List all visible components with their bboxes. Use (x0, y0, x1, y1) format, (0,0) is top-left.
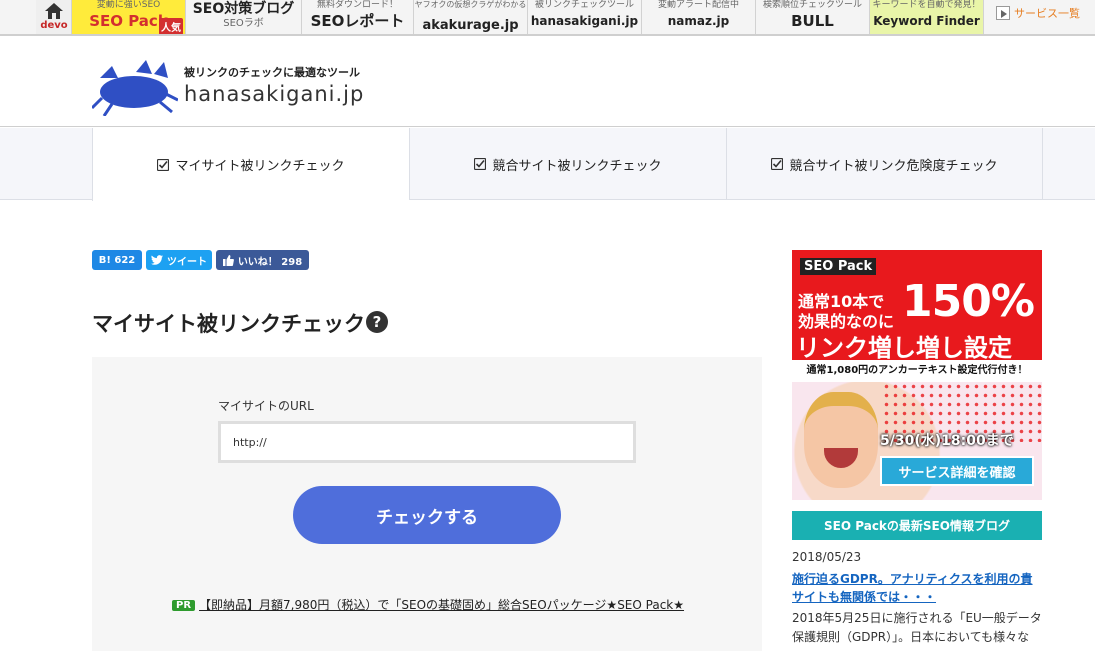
seo-pack-banner-ad[interactable]: SEO Pack 通常10本で 効果的なのに 150% リンク増し増し設定 通常… (792, 250, 1042, 500)
tab-label: マイサイト被リンクチェック (175, 159, 345, 174)
site-tagline: 被リンクのチェックに最適なツール (184, 66, 360, 79)
devo-home-link[interactable]: devo (36, 0, 72, 34)
topbar-item-sub: 無料ダウンロード！ (316, 0, 398, 10)
tab-competitor-risk-check[interactable]: 競合サイト被リンク危険度チェック (726, 128, 1043, 200)
topbar-item-seo-report[interactable]: 無料ダウンロード！ SEOレポート (302, 0, 414, 34)
service-list-link[interactable]: サービス一覧 (996, 5, 1080, 25)
topbar-item-sub: ヤフオクの仮想クラゲがわかる (414, 0, 527, 9)
tab-my-site-backlinks[interactable]: マイサイト被リンクチェック (92, 128, 409, 201)
tab-label: 競合サイト被リンク危険度チェック (789, 158, 998, 174)
topbar-item-main: SEOレポート (310, 12, 405, 30)
topbar-item-bull[interactable]: 検索順位チェックツール BULL (756, 0, 870, 34)
tab-label: 競合サイト被リンクチェック (492, 158, 662, 174)
checkbox-icon (771, 158, 784, 170)
topbar-item-sub: SEOラボ (223, 18, 264, 29)
service-list-label: サービス一覧 (1014, 7, 1080, 20)
topbar-item-sub: 変動アラート配信中 (657, 0, 739, 10)
girl-face-image (804, 392, 878, 488)
tab-competitor-backlinks[interactable]: 競合サイト被リンクチェック (409, 128, 726, 200)
topbar-item-namaz[interactable]: 変動アラート配信中 namaz.jp (642, 0, 756, 34)
post-date: 2018/05/23 (792, 550, 862, 564)
url-check-form: マイサイトのURL チェックする PR【即納品】月額7,980円（税込）で「SE… (92, 357, 762, 651)
ad-strip-text: 通常1,080円のアンカーテキスト設定代行付き！ (806, 365, 1028, 376)
pr-promo: PR 【即納品】月額7,980円（税込）で「SEOの基礎固め」総合SEOパッケージ… (172, 596, 684, 613)
help-icon[interactable]: ? (366, 311, 388, 333)
page-title: マイサイト被リンクチェック (92, 312, 365, 336)
devo-label: devo (40, 20, 68, 31)
topbar-item-sub: 検索順位チェックツール (762, 0, 862, 10)
ad-cta-button[interactable]: サービス詳細を確認 (880, 456, 1034, 486)
home-icon (45, 3, 63, 19)
topbar-item-akakurage[interactable]: ヤフオクの仮想クラゲがわかる akakurage.jp (414, 0, 528, 34)
ad-line-3: リンク増し増し設定 (796, 334, 1012, 362)
topbar-item-main: hanasakigani.jp (530, 14, 639, 28)
site-header: 被リンクのチェックに最適なツール hanasakigani.jp (0, 36, 1095, 127)
post-title-link[interactable]: 施行迫るGDPR。アナリティクスを利用の貴サイトも無関係では・・・ (792, 570, 1042, 606)
ad-big-percent: 150% (902, 276, 1035, 327)
ad-brand: SEO Pack (800, 258, 877, 275)
site-domain: hanasakigani.jp (184, 82, 365, 106)
twitter-bird-icon (151, 255, 163, 265)
url-field-label: マイサイトのURL (218, 399, 314, 413)
topbar-item-sub: 変動に強いSEO (96, 0, 161, 10)
play-icon (996, 6, 1010, 20)
topbar-item-main: SEO対策ブログ (192, 1, 295, 17)
tweet-label: ツイート (167, 256, 207, 268)
topbar-item-seo-lab[interactable]: SEO対策ブログ SEOラボ (186, 0, 302, 34)
tool-tabs: マイサイト被リンクチェック 競合サイト被リンクチェック 競合サイト被リンク危険度… (0, 128, 1095, 201)
topbar-item-hanasakigani[interactable]: 被リンクチェックツール hanasakigani.jp (528, 0, 642, 34)
pr-badge: PR (172, 600, 196, 611)
checkbox-icon (474, 158, 487, 170)
facebook-like-button[interactable]: いいね！ 298 (216, 250, 309, 270)
check-button[interactable]: チェックする (293, 486, 561, 544)
post-excerpt: 2018年5月25日に施行される「EU一般データ保護規則（GDPR）」。日本にお… (792, 611, 1042, 644)
checkbox-icon (157, 158, 170, 171)
topbar-item-keyword-finder[interactable]: キーワードを自動で発見！ Keyword Finder (870, 0, 984, 34)
tweet-button[interactable]: ツイート (146, 250, 212, 270)
pr-link[interactable]: 【即納品】月額7,980円（税込）で「SEOの基礎固め」総合SEOパッケージ★S… (199, 598, 684, 612)
ad-strip: 通常1,080円のアンカーテキスト設定代行付き！ (792, 360, 1042, 382)
topbar-item-main: akakurage.jp (422, 18, 519, 33)
topbar-item-main: BULL (791, 12, 834, 30)
site-logo[interactable]: 被リンクのチェックに最適なツール hanasakigani.jp (92, 58, 402, 118)
like-label: いいね！ 298 (237, 256, 303, 268)
service-bar: devo 変動に強いSEO SEO Pack 人気 SEO対策ブログ SEOラボ… (0, 0, 1095, 36)
popular-badge: 人気 (159, 18, 183, 34)
topbar-item-sub: 被リンクチェックツール (534, 0, 634, 10)
crab-logo-icon (92, 60, 178, 116)
thumbs-up-icon (222, 254, 234, 266)
blog-heading[interactable]: SEO Packの最新SEO情報ブログ (792, 511, 1042, 540)
topbar-item-seo-pack[interactable]: 変動に強いSEO SEO Pack 人気 (72, 0, 186, 34)
topbar-item-main: Keyword Finder (873, 14, 980, 28)
ad-deadline: 5/30(水)18:00まで (880, 433, 1014, 449)
topbar-item-sub: キーワードを自動で発見！ (872, 0, 981, 10)
hatena-bookmark-button[interactable]: B! 622 (92, 250, 142, 270)
topbar-item-main: namaz.jp (667, 14, 730, 28)
url-input[interactable] (218, 421, 636, 463)
